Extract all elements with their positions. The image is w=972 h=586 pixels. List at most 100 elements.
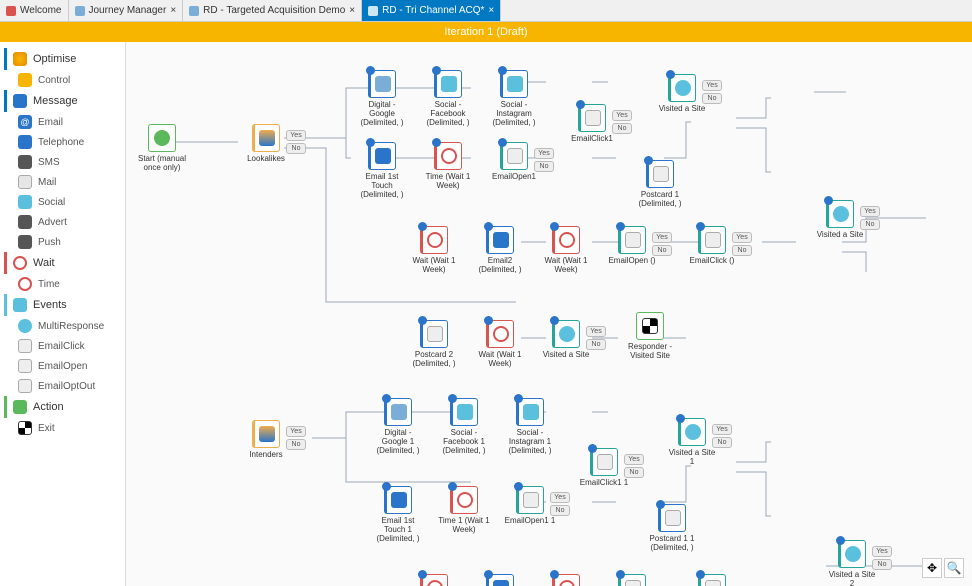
node-emailopen1-1[interactable]: EmailOpen1 1 xyxy=(504,486,556,525)
node-emailclick1[interactable]: EmailClick1 xyxy=(566,104,618,143)
home-icon xyxy=(6,6,16,16)
tab-bar: Welcome Journey Manager × RD - Targeted … xyxy=(0,0,972,22)
node-digital-google[interactable]: Digital - Google (Delimited, ) xyxy=(356,70,408,127)
diagram-canvas[interactable]: Start (manual once only) Lookalikes YesN… xyxy=(126,42,972,586)
node-social-facebook[interactable]: Social - Facebook (Delimited, ) xyxy=(422,70,474,127)
node-emailclick1-1[interactable]: EmailClick1 1 xyxy=(578,448,630,487)
tab-targeted[interactable]: RD - Targeted Acquisition Demo × xyxy=(183,0,362,21)
node-lookalikes[interactable]: Lookalikes xyxy=(240,124,292,163)
node-visited-a-site-1[interactable]: Visited a Site 1 xyxy=(666,418,718,466)
split-lookalikes: YesNo xyxy=(286,130,306,156)
node-postcard2[interactable]: Postcard 2 (Delimited, ) xyxy=(408,320,460,368)
cat-action[interactable]: Action xyxy=(4,396,121,418)
zoom-button[interactable]: 🔍 xyxy=(944,558,964,578)
node-start[interactable]: Start (manual once only) xyxy=(136,124,188,172)
node-visited-a-site-b[interactable]: Visited a Site xyxy=(814,200,866,239)
node-wait-w1[interactable]: Wait (Wait 1 Week) xyxy=(408,226,460,274)
node-visited-a-site-c[interactable]: Visited a Site xyxy=(540,320,592,359)
node-email-1st-touch-1[interactable]: Email 1st Touch 1 (Delimited, ) xyxy=(372,486,424,543)
node-responder[interactable]: Responder - Visited Site xyxy=(624,312,676,360)
node-postcard1[interactable]: Postcard 1 (Delimited, ) xyxy=(634,160,686,208)
item-time[interactable]: Time xyxy=(4,274,121,294)
node-social-facebook-1[interactable]: Social - Facebook 1 (Delimited, ) xyxy=(438,398,490,455)
palette-sidebar: Optimise Control Message @Email Telephon… xyxy=(0,42,126,586)
node-emailopen1[interactable]: EmailOpen1 xyxy=(488,142,540,181)
iteration-banner: Iteration 1 (Draft) xyxy=(0,22,972,42)
at-icon xyxy=(375,148,391,164)
cat-events[interactable]: Events xyxy=(4,294,121,316)
item-emailclick[interactable]: EmailClick xyxy=(4,336,121,356)
close-icon[interactable]: × xyxy=(170,5,176,16)
node-time-wait-1-week[interactable]: Time (Wait 1 Week) xyxy=(422,142,474,190)
node-email2[interactable]: Email2 (Delimited, ) xyxy=(474,226,526,274)
envelope-click-icon xyxy=(597,454,613,470)
envelope-click-icon xyxy=(18,339,32,353)
node-digital-google-1[interactable]: Digital - Google 1 (Delimited, ) xyxy=(372,398,424,455)
cat-message[interactable]: Message xyxy=(4,90,121,112)
node-wait-w1c[interactable]: Wait (Wait 1 Week) xyxy=(474,320,526,368)
social-icon xyxy=(457,404,473,420)
message-icon xyxy=(13,94,27,108)
node-row4c[interactable] xyxy=(540,574,592,586)
node-emailclick2[interactable]: EmailClick () xyxy=(686,226,738,265)
split-emailclick1-1: YesNo xyxy=(624,454,644,480)
node-row4a[interactable] xyxy=(408,574,460,586)
node-time-1[interactable]: Time 1 (Wait 1 Week) xyxy=(438,486,490,534)
item-exit[interactable]: Exit xyxy=(4,418,121,438)
tab-tri-channel[interactable]: RD - Tri Channel ACQ* × xyxy=(362,0,501,21)
close-icon[interactable]: × xyxy=(349,5,355,16)
item-emailoptout[interactable]: EmailOptOut xyxy=(4,376,121,396)
clock-icon xyxy=(457,492,473,508)
envelope-click-icon xyxy=(705,580,721,586)
node-row4d[interactable] xyxy=(606,574,658,586)
at-icon: @ xyxy=(18,115,32,129)
node-row4e[interactable] xyxy=(686,574,738,586)
node-email-1st-touch[interactable]: Email 1st Touch (Delimited, ) xyxy=(356,142,408,199)
node-postcard1-1[interactable]: Postcard 1 1 (Delimited, ) xyxy=(646,504,698,552)
split-visited-b: YesNo xyxy=(860,206,880,232)
node-visited-a-site[interactable]: Visited a Site xyxy=(656,74,708,113)
stopwatch-icon xyxy=(833,206,849,222)
journey-icon xyxy=(75,6,85,16)
item-control[interactable]: Control xyxy=(4,70,121,90)
item-emailopen[interactable]: EmailOpen xyxy=(4,356,121,376)
envelope-click-icon xyxy=(705,232,721,248)
social-icon xyxy=(507,76,523,92)
cat-optimise[interactable]: Optimise xyxy=(4,48,121,70)
node-row4b[interactable] xyxy=(474,574,526,586)
node-social-instagram[interactable]: Social - Instagram (Delimited, ) xyxy=(488,70,540,127)
split-intenders: YesNo xyxy=(286,426,306,452)
diagram-icon xyxy=(189,6,199,16)
item-push[interactable]: Push xyxy=(4,232,121,252)
social-icon xyxy=(441,76,457,92)
mail-icon xyxy=(665,510,681,526)
item-mail[interactable]: Mail xyxy=(4,172,121,192)
item-social[interactable]: Social xyxy=(4,192,121,212)
phone-icon xyxy=(18,135,32,149)
close-icon[interactable]: × xyxy=(488,5,494,16)
clock-icon xyxy=(427,232,443,248)
social-icon xyxy=(18,195,32,209)
tab-journey-manager[interactable]: Journey Manager × xyxy=(69,0,184,21)
tab-welcome[interactable]: Welcome xyxy=(0,0,69,21)
item-email[interactable]: @Email xyxy=(4,112,121,132)
item-telephone[interactable]: Telephone xyxy=(4,132,121,152)
item-sms[interactable]: SMS xyxy=(4,152,121,172)
at-icon xyxy=(493,232,509,248)
node-emailopen2[interactable]: EmailOpen () xyxy=(606,226,658,265)
node-wait-w1b[interactable]: Wait (Wait 1 Week) xyxy=(540,226,592,274)
pan-button[interactable]: ✥ xyxy=(922,558,942,578)
item-multiresponse[interactable]: MultiResponse xyxy=(4,316,121,336)
clock-icon xyxy=(559,232,575,248)
split-emailopen1: YesNo xyxy=(534,148,554,174)
stopwatch-icon xyxy=(18,319,32,333)
sms-icon xyxy=(18,155,32,169)
split-emailopen1-1: YesNo xyxy=(550,492,570,518)
cat-wait[interactable]: Wait xyxy=(4,252,121,274)
node-visited-a-site-2[interactable]: Visited a Site 2 xyxy=(826,540,878,586)
node-intenders[interactable]: Intenders xyxy=(240,420,292,459)
envelope-open-icon xyxy=(507,148,523,164)
item-advert[interactable]: Advert xyxy=(4,212,121,232)
node-social-instagram-1[interactable]: Social - Instagram 1 (Delimited, ) xyxy=(504,398,556,455)
clock-icon xyxy=(493,326,509,342)
